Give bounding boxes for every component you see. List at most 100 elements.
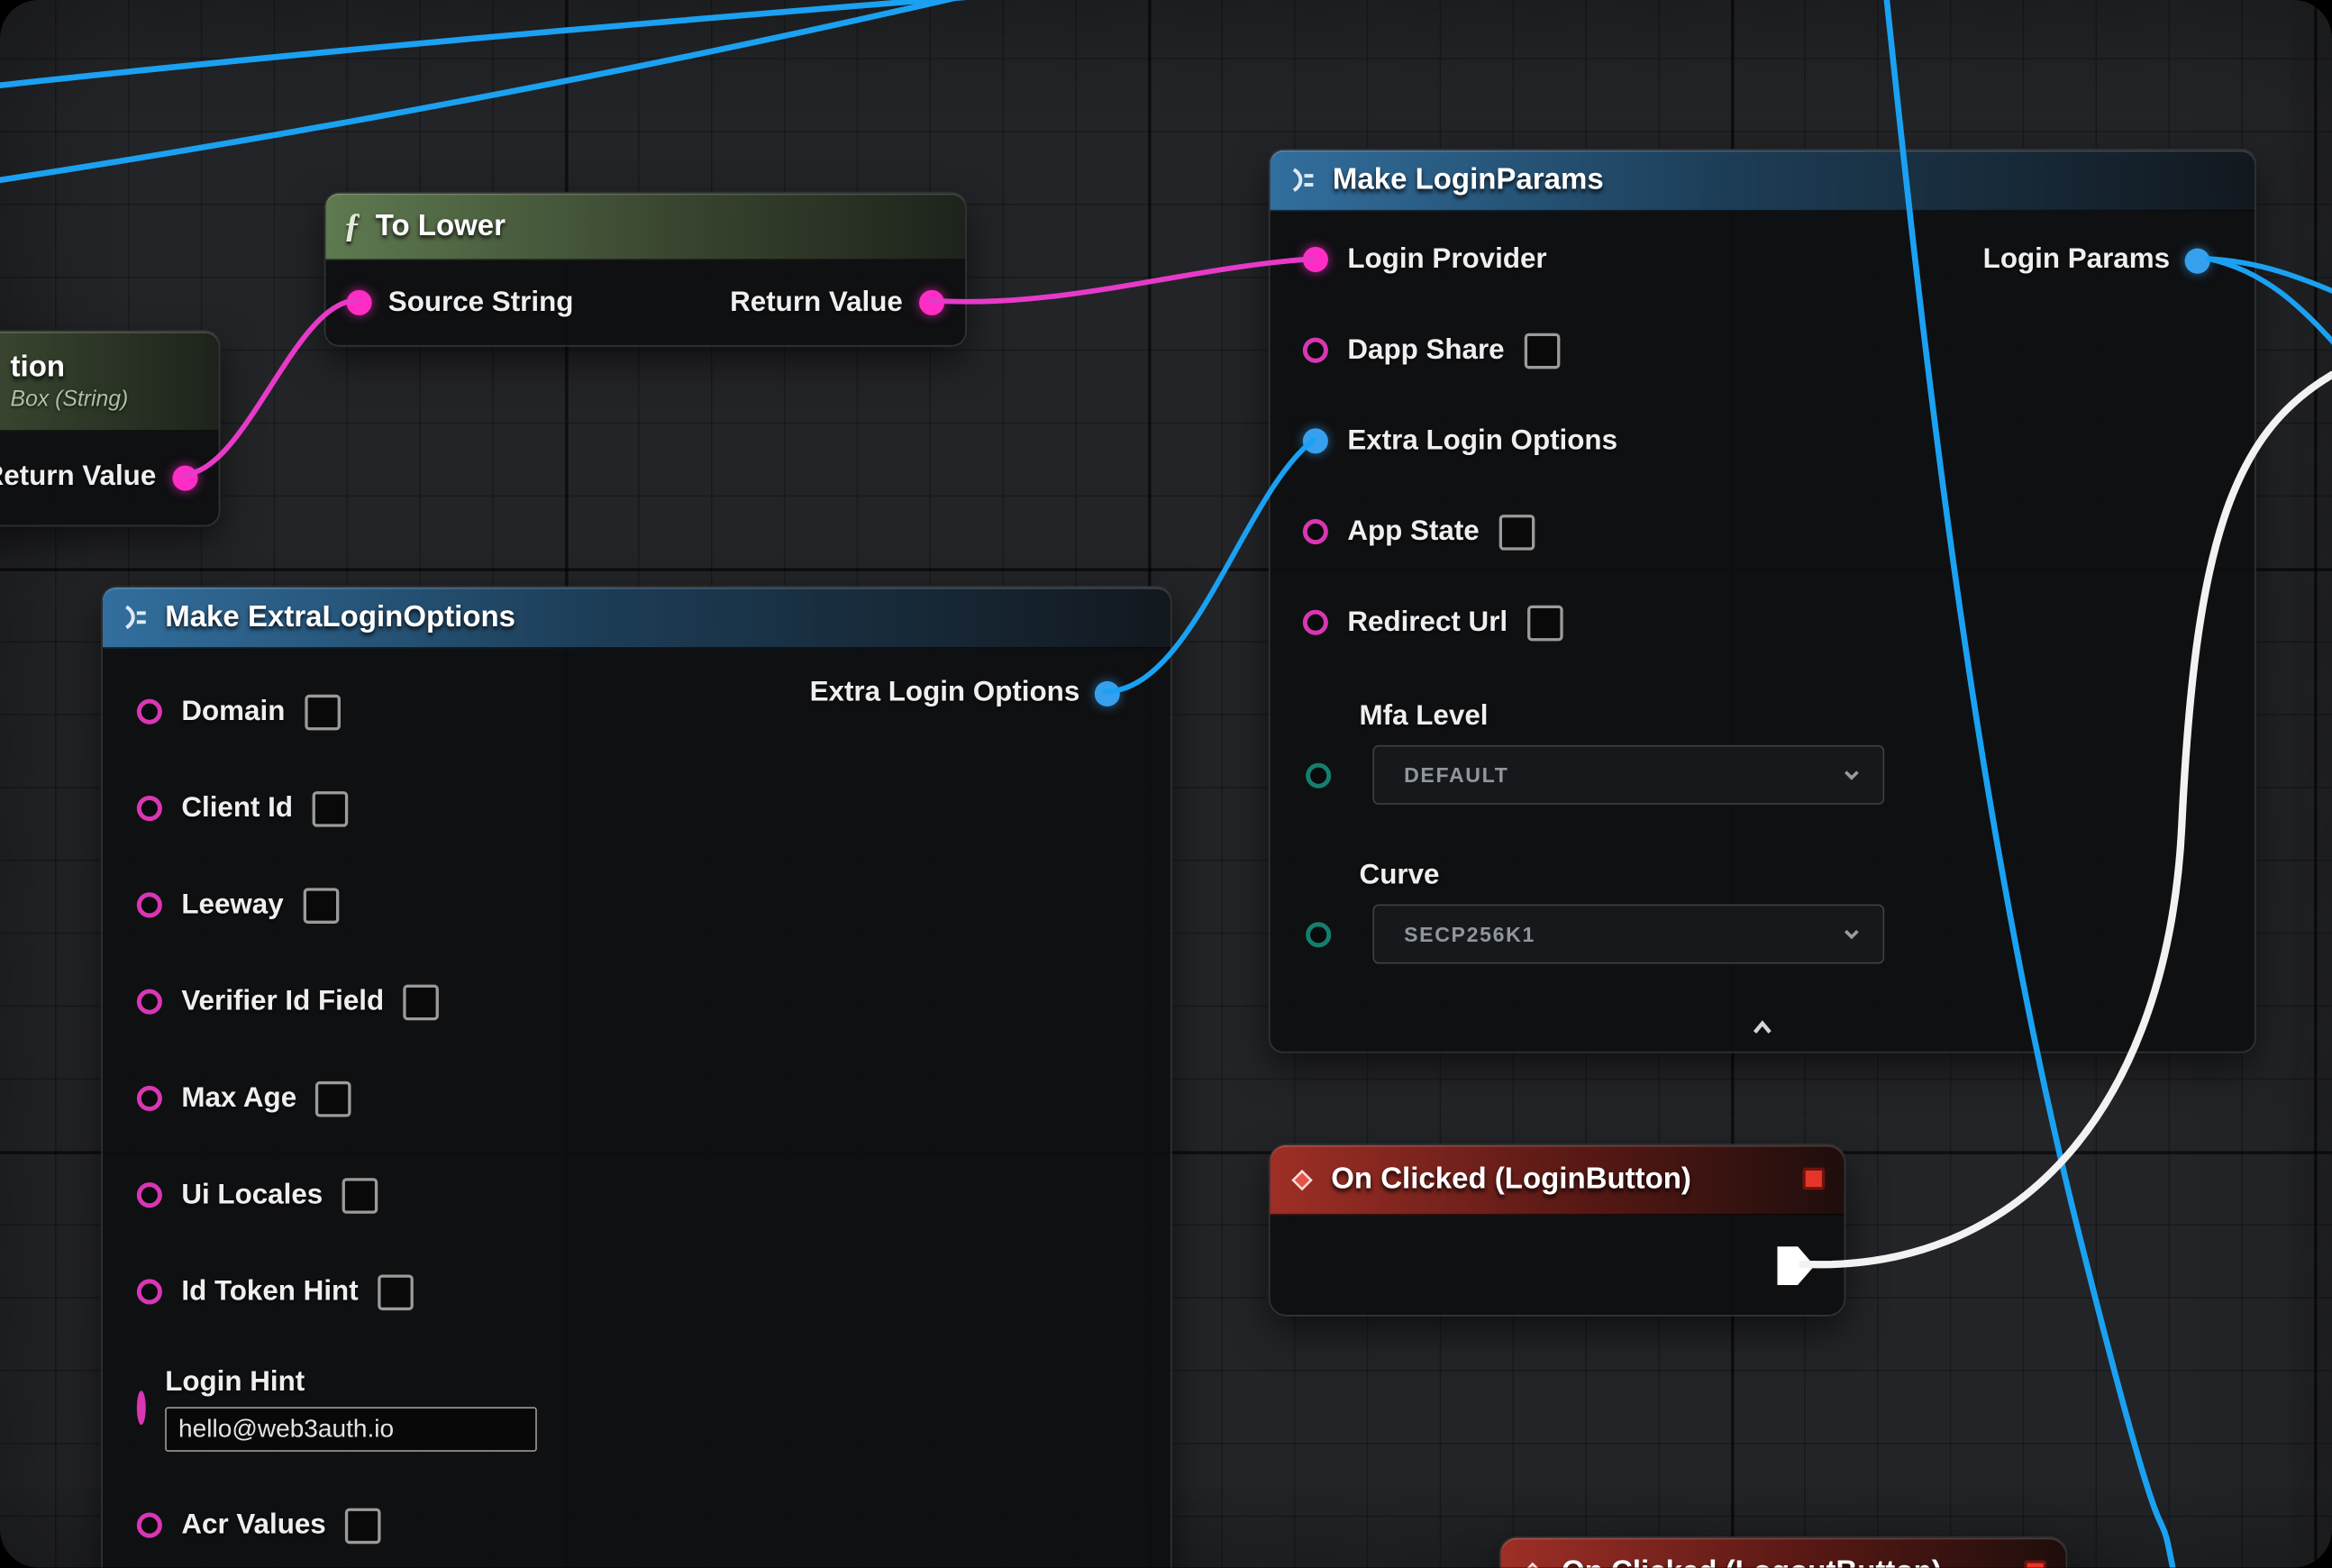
pin-extra-login-options-in[interactable] <box>1303 428 1328 453</box>
pin-return-value[interactable] <box>919 290 944 315</box>
node-title: Make ExtraLoginOptions <box>165 600 515 634</box>
pin-label: Login Provider <box>1347 243 1546 276</box>
mfa-level-dropdown[interactable]: DEFAULT <box>1372 745 1884 805</box>
make-struct-icon <box>121 602 150 632</box>
pin-label: Ui Locales <box>181 1179 323 1211</box>
collapse-pins-button[interactable] <box>1749 1017 1776 1045</box>
pin-row: Verifier Id Field <box>103 953 1171 1050</box>
pin-row: Max Age <box>103 1050 1171 1146</box>
delegate-pin[interactable] <box>2024 1560 2046 1567</box>
pin-label: Login Params <box>1983 244 2170 277</box>
output-login-params: Login Params <box>1983 242 2210 278</box>
pin-label: Extra Login Options <box>810 677 1080 709</box>
chevron-down-icon <box>1841 764 1862 785</box>
app-state-checkbox[interactable] <box>1498 514 1535 550</box>
function-icon: ƒ <box>343 206 360 245</box>
pin-label: Dapp Share <box>1347 334 1504 367</box>
pin-verifier-id-field[interactable] <box>137 989 162 1015</box>
node-header[interactable]: Make ExtraLoginOptions <box>103 588 1171 649</box>
client-id-checkbox[interactable] <box>313 790 349 826</box>
dapp-share-checkbox[interactable] <box>1524 333 1560 369</box>
pin-extra-login-options-out[interactable] <box>1095 680 1120 706</box>
pin-row: Acr Values <box>103 1477 1171 1568</box>
node-on-clicked-login-button[interactable]: On Clicked (LoginButton) <box>1269 1144 1845 1316</box>
pin-row: Client Id <box>103 760 1171 856</box>
chevron-down-icon <box>1841 924 1862 944</box>
curve-block: Curve SECP256K1 <box>1271 860 2255 964</box>
pin-domain[interactable] <box>137 699 162 725</box>
exec-output-pin[interactable] <box>1777 1246 1814 1285</box>
pin-login-provider[interactable] <box>1303 247 1328 272</box>
pin-label: Source String <box>388 287 574 319</box>
ui-locales-checkbox[interactable] <box>342 1177 378 1213</box>
pin-label: Login Hint <box>165 1366 537 1399</box>
redirect-url-checkbox[interactable] <box>1527 605 1563 641</box>
chevron-up-icon <box>1749 1017 1776 1038</box>
wire-blue-top-2[interactable] <box>0 0 1041 87</box>
output-extra-login-options: Extra Login Options <box>810 675 1120 711</box>
pin-login-params-out[interactable] <box>2185 248 2210 273</box>
pin-source-string[interactable] <box>347 290 372 315</box>
pin-max-age[interactable] <box>137 1086 162 1111</box>
pin-label: Id Token Hint <box>181 1275 358 1308</box>
pin-dapp-share[interactable] <box>1303 338 1328 363</box>
pin-leeway[interactable] <box>137 892 162 917</box>
delegate-pin[interactable] <box>1802 1168 1825 1190</box>
id-token-hint-checkbox[interactable] <box>378 1274 414 1310</box>
pin-label: Mfa Level <box>1360 700 2255 733</box>
pin-acr-values[interactable] <box>137 1513 162 1538</box>
pin-mfa-level[interactable] <box>1306 762 1331 788</box>
pin-label: Acr Values <box>181 1509 325 1541</box>
node-on-clicked-logout-button[interactable]: On Clicked (LogoutButton) <box>1499 1536 2067 1568</box>
event-diamond-icon <box>1288 1165 1316 1193</box>
wire-blue-top-1[interactable] <box>0 0 985 181</box>
node-title: To Lower <box>376 209 506 243</box>
node-header[interactable]: tion Box (String) <box>0 332 219 432</box>
blueprint-graph-canvas[interactable]: ƒ To Lower Source String Return Value ti… <box>0 0 2332 1568</box>
verifier-id-field-checkbox[interactable] <box>404 984 440 1020</box>
node-header[interactable]: On Clicked (LoginButton) <box>1271 1145 1845 1216</box>
pin-label: Client Id <box>181 792 293 825</box>
make-struct-icon <box>1288 165 1317 195</box>
pin-curve[interactable] <box>1306 921 1331 946</box>
pin-label: Extra Login Options <box>1347 424 1617 457</box>
pin-client-id[interactable] <box>137 796 162 821</box>
pin-label: App State <box>1347 515 1479 548</box>
node-make-login-params[interactable]: Make LoginParams Login Params Login Prov… <box>1269 149 2256 1053</box>
blueprint-editor-screenshot: ƒ To Lower Source String Return Value ti… <box>0 0 2332 1568</box>
curve-dropdown[interactable]: SECP256K1 <box>1372 905 1884 964</box>
node-partial-left[interactable]: tion Box (String) Return Value <box>0 330 220 526</box>
pin-app-state[interactable] <box>1303 519 1328 544</box>
pin-login-hint[interactable] <box>137 1390 146 1425</box>
pin-label: Verifier Id Field <box>181 985 384 1017</box>
acr-values-checkbox[interactable] <box>345 1508 381 1544</box>
pin-label: Domain <box>181 696 285 728</box>
pin-label: Leeway <box>181 889 283 921</box>
leeway-checkbox[interactable] <box>303 888 339 924</box>
wire-magenta-tolower-to-provider[interactable] <box>930 259 1314 302</box>
node-title: On Clicked (LoginButton) <box>1331 1162 1691 1197</box>
pin-label: Max Age <box>181 1082 296 1115</box>
pin-row: Redirect Url <box>1271 577 2255 668</box>
node-header[interactable]: Make LoginParams <box>1271 150 2255 212</box>
node-to-lower[interactable]: ƒ To Lower Source String Return Value <box>324 192 967 347</box>
node-header[interactable]: ƒ To Lower <box>325 194 965 260</box>
pin-row: Extra Login Options <box>1271 396 2255 487</box>
node-subtitle: Box (String) <box>11 386 129 411</box>
login-hint-input[interactable] <box>165 1407 537 1452</box>
pin-label: Return Value <box>0 461 156 494</box>
pin-redirect-url[interactable] <box>1303 610 1328 635</box>
domain-checkbox[interactable] <box>305 694 341 730</box>
node-header[interactable]: On Clicked (LogoutButton) <box>1500 1538 2065 1568</box>
pin-return-value[interactable] <box>172 465 197 490</box>
pin-label: Curve <box>1360 860 2255 892</box>
pin-row: Dapp Share <box>1271 305 2255 396</box>
max-age-checkbox[interactable] <box>316 1080 352 1117</box>
pin-label: Redirect Url <box>1347 606 1508 639</box>
pin-id-token-hint[interactable] <box>137 1279 162 1304</box>
node-make-extra-login-options[interactable]: Make ExtraLoginOptions Extra Login Optio… <box>101 586 1171 1567</box>
dropdown-value: DEFAULT <box>1374 763 1841 787</box>
dropdown-value: SECP256K1 <box>1374 922 1841 945</box>
node-title: Make LoginParams <box>1333 163 1604 197</box>
pin-ui-locales[interactable] <box>137 1182 162 1208</box>
